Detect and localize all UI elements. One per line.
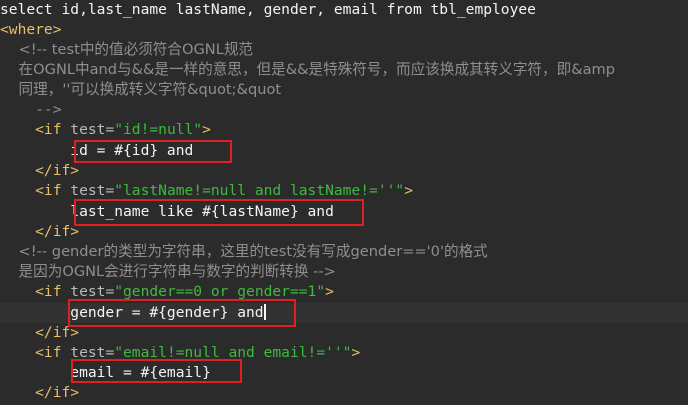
code-token: email = #{email} xyxy=(0,364,211,381)
code-token: <!-- gender的类型为字符串，这里的test没有写成gender=='0… xyxy=(0,243,488,260)
code-token: "lastName!=null and lastName!=''" xyxy=(114,182,405,199)
code-token: "id!=null" xyxy=(114,121,203,138)
code-token: 是因为OGNL会进行字符串与数字的判断转换 --> xyxy=(0,263,336,280)
code-line[interactable]: 是因为OGNL会进行字符串与数字的判断转换 --> xyxy=(0,262,688,282)
code-token: > xyxy=(404,182,413,199)
code-token: > xyxy=(202,121,211,138)
code-token: --> xyxy=(0,101,62,118)
code-line[interactable]: email = #{email} xyxy=(0,363,688,383)
code-token: gender = #{gender} and xyxy=(0,304,264,321)
code-token: <if xyxy=(0,344,71,361)
code-token: "gender==0 or gender==1" xyxy=(114,283,326,300)
code-token: id = #{id} and xyxy=(0,142,194,159)
text-caret xyxy=(263,304,266,320)
code-token: 在OGNL中and与&&是一样的意思，但是&&是特殊符号，而应该换成其转义字符，… xyxy=(0,61,615,78)
code-line[interactable]: </if> xyxy=(0,323,688,343)
code-line[interactable]: 在OGNL中and与&&是一样的意思，但是&&是特殊符号，而应该换成其转义字符，… xyxy=(0,60,688,80)
code-token: <if xyxy=(0,182,71,199)
code-token: test= xyxy=(70,283,115,300)
code-line[interactable]: <!-- test中的值必须符合OGNL规范 xyxy=(0,40,688,60)
code-token: 同理，''可以换成转义字符&quot;&quot xyxy=(0,81,282,98)
code-token: "email!=null and email!=''" xyxy=(114,344,352,361)
code-token: <if xyxy=(0,121,71,138)
code-token: test= xyxy=(70,182,115,199)
code-token: </if> xyxy=(0,162,80,179)
code-line[interactable]: last_name like #{lastName} and xyxy=(0,202,688,222)
code-line[interactable]: gender = #{gender} and xyxy=(0,303,688,323)
code-line[interactable]: <if test="email!=null and email!=''"> xyxy=(0,343,688,363)
code-token: > xyxy=(351,344,361,361)
code-line[interactable]: 同理，''可以换成转义字符&quot;&quot xyxy=(0,80,688,100)
code-line[interactable]: select id,last_name lastName, gender, em… xyxy=(0,0,688,20)
code-token: select id,last_name lastName, gender, em… xyxy=(0,1,536,18)
code-editor[interactable]: select id,last_name lastName, gender, em… xyxy=(0,0,688,405)
code-token: test= xyxy=(70,121,115,138)
code-line[interactable]: </if> xyxy=(0,383,688,403)
code-token: <if xyxy=(0,283,71,300)
code-token: </if> xyxy=(0,324,80,341)
code-line[interactable]: <if test="id!=null"> xyxy=(0,120,688,140)
code-token: </if> xyxy=(0,384,80,401)
code-token: </if> xyxy=(0,223,80,240)
code-line[interactable]: id = #{id} and xyxy=(0,141,688,161)
code-line[interactable]: </if> xyxy=(0,161,688,181)
code-line[interactable]: </if> xyxy=(0,222,688,242)
code-line[interactable]: <if test="lastName!=null and lastName!='… xyxy=(0,181,688,201)
code-token: <!-- test中的值必须符合OGNL规范 xyxy=(0,41,254,58)
code-line[interactable]: <!-- gender的类型为字符串，这里的test没有写成gender=='0… xyxy=(0,242,688,262)
code-line[interactable]: <if test="gender==0 or gender==1"> xyxy=(0,282,688,302)
code-line[interactable]: --> xyxy=(0,100,688,120)
code-token: test= xyxy=(70,344,115,361)
code-token: > xyxy=(325,283,334,300)
code-token: last_name like #{lastName} and xyxy=(0,203,334,220)
code-token: <where> xyxy=(0,21,62,38)
code-line[interactable]: <where> xyxy=(0,20,688,40)
